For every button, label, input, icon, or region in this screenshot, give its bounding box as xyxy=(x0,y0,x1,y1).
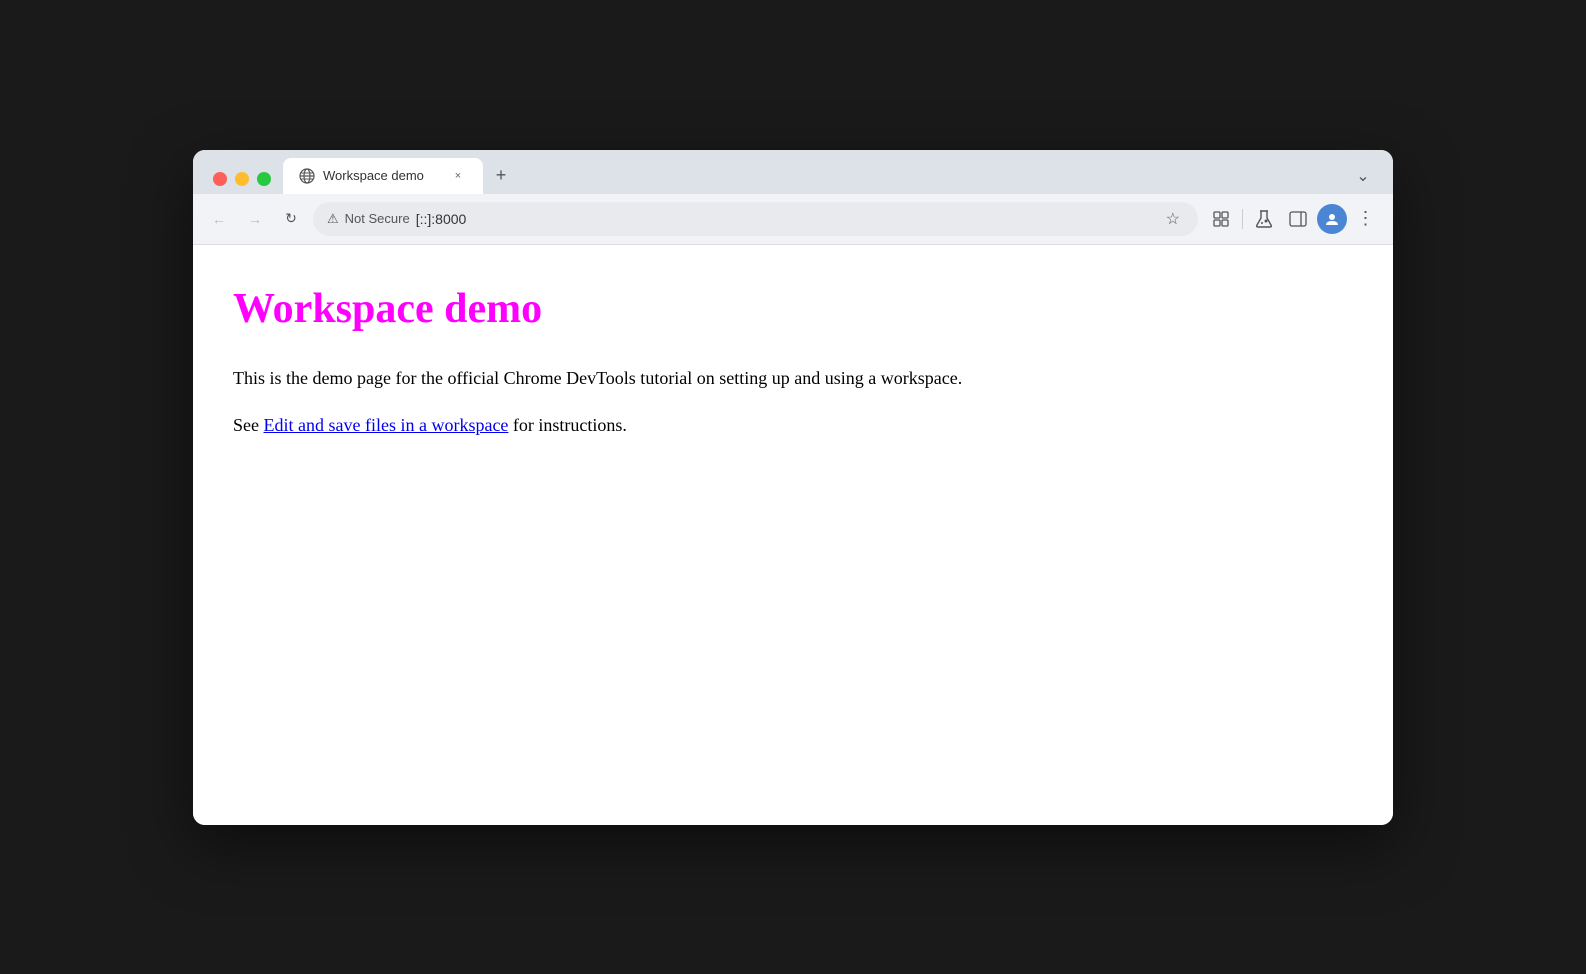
sidebar-button[interactable] xyxy=(1283,204,1313,234)
tab-close-button[interactable]: × xyxy=(449,167,467,185)
browser-window: Workspace demo × + ⌄ ← → ↻ ⚠ Not Secure … xyxy=(193,150,1393,825)
not-secure-icon: ⚠ xyxy=(327,211,339,227)
new-tab-button[interactable]: + xyxy=(487,162,515,190)
lab-button[interactable] xyxy=(1249,204,1279,234)
sidebar-icon xyxy=(1289,211,1307,227)
active-tab[interactable]: Workspace demo × xyxy=(283,158,483,194)
page-content: Workspace demo This is the demo page for… xyxy=(193,245,1393,825)
url-display: [::]:8000 xyxy=(416,211,1156,227)
extensions-icon xyxy=(1212,210,1230,228)
bookmark-button[interactable]: ☆ xyxy=(1162,205,1184,233)
page-heading: Workspace demo xyxy=(233,285,1353,333)
link-prefix: See xyxy=(233,415,264,435)
flask-icon xyxy=(1255,209,1273,229)
traffic-lights xyxy=(201,164,283,194)
back-button[interactable]: ← xyxy=(205,205,233,233)
extensions-button[interactable] xyxy=(1206,204,1236,234)
workspace-link[interactable]: Edit and save files in a workspace xyxy=(264,415,509,435)
page-description: This is the demo page for the official C… xyxy=(233,365,1353,392)
forward-button[interactable]: → xyxy=(241,205,269,233)
reload-button[interactable]: ↻ xyxy=(277,205,305,233)
more-button[interactable]: ⋮ xyxy=(1351,204,1381,234)
toolbar-right: ⋮ xyxy=(1206,204,1381,234)
not-secure-label: Not Secure xyxy=(345,211,410,226)
address-bar[interactable]: ⚠ Not Secure [::]:8000 ☆ xyxy=(313,202,1198,236)
profile-button[interactable] xyxy=(1317,204,1347,234)
profile-icon xyxy=(1324,211,1340,227)
toolbar: ← → ↻ ⚠ Not Secure [::]:8000 ☆ xyxy=(193,194,1393,245)
tab-title: Workspace demo xyxy=(323,168,441,183)
minimize-button[interactable] xyxy=(235,172,249,186)
page-link-line: See Edit and save files in a workspace f… xyxy=(233,412,1353,439)
tab-dropdown-button[interactable]: ⌄ xyxy=(1349,162,1377,190)
toolbar-divider xyxy=(1242,209,1243,229)
link-suffix: for instructions. xyxy=(508,415,627,435)
title-bar: Workspace demo × + ⌄ xyxy=(193,150,1393,194)
tab-area: Workspace demo × + xyxy=(283,158,1349,194)
globe-icon xyxy=(299,168,315,184)
maximize-button[interactable] xyxy=(257,172,271,186)
close-button[interactable] xyxy=(213,172,227,186)
